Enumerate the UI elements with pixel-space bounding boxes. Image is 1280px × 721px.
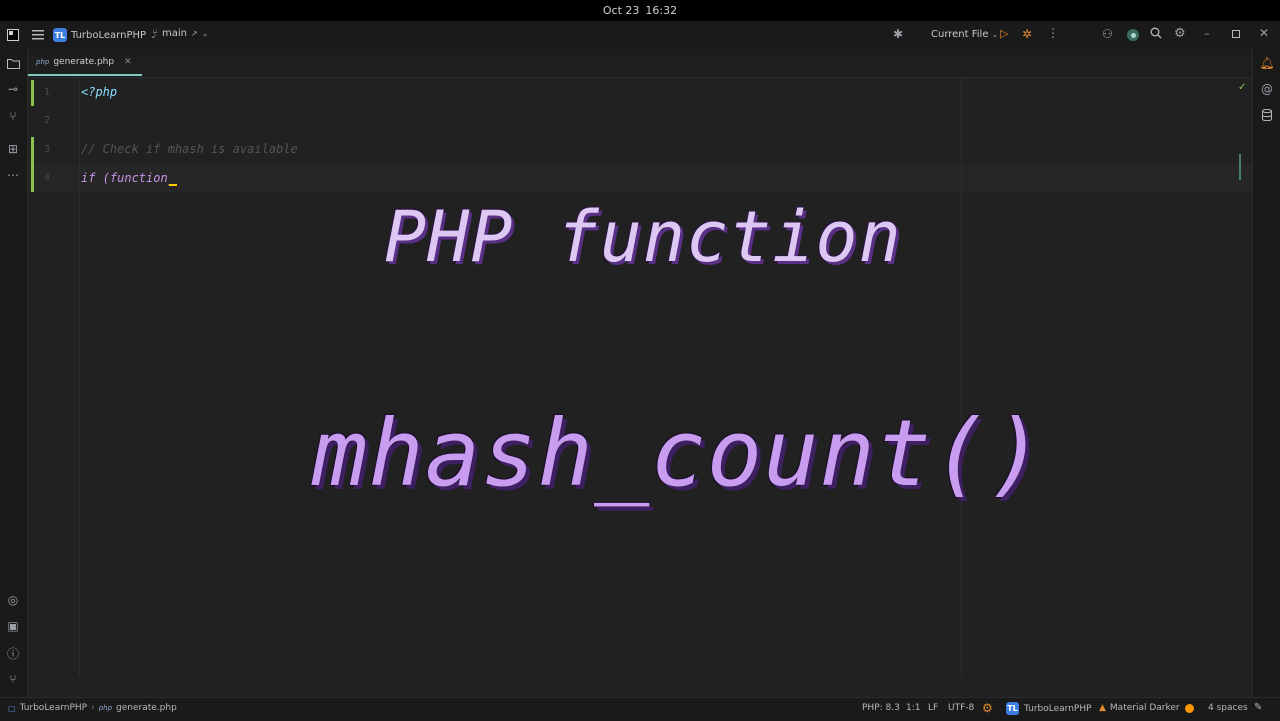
notifications-bell-icon[interactable]: 🔔︎ xyxy=(1257,53,1277,73)
code-editor[interactable]: 1 2 3 4 <?php // Check if mhash is avail… xyxy=(28,78,1252,676)
system-time: 16:32 xyxy=(645,4,678,17)
caret-position[interactable]: 1:1 xyxy=(906,703,920,713)
php-version[interactable]: PHP: 8.3 xyxy=(862,703,900,713)
breadcrumb: ▢ TurboLearnPHP › php generate.php xyxy=(8,703,177,713)
database-icon[interactable] xyxy=(1257,105,1277,125)
code-line[interactable]: <?php xyxy=(81,85,117,99)
breadcrumb-module-icon: ▢ xyxy=(8,703,16,713)
project-selector[interactable]: TL TurboLearnPHP ⌄ xyxy=(53,28,157,42)
php-file-icon: php xyxy=(98,704,113,712)
settings-gear-icon[interactable]: ⚙ xyxy=(1174,26,1186,41)
line-number: 3 xyxy=(43,144,50,155)
run-icon[interactable]: ▷ xyxy=(1000,27,1008,40)
code-line[interactable]: if (function_ xyxy=(81,171,175,185)
run-config-selector[interactable]: Current File ⌄ xyxy=(931,29,998,40)
push-arrow-icon: ↗ xyxy=(191,29,198,38)
project-name: TurboLearnPHP xyxy=(71,29,147,41)
app-logo-icon xyxy=(6,28,20,42)
structure-icon[interactable]: ⊞ xyxy=(3,139,23,159)
minimize-icon[interactable]: – xyxy=(1204,27,1210,40)
tab-close-icon[interactable]: ✕ xyxy=(124,57,132,67)
change-marker xyxy=(31,137,34,192)
tab-label: generate.php xyxy=(53,56,115,67)
debug-bug-icon[interactable]: ✱ xyxy=(893,27,903,41)
overlay-function-name: mhash_count() xyxy=(312,400,1046,507)
line-number: 2 xyxy=(43,115,50,126)
breadcrumb-separator-icon: › xyxy=(91,703,95,713)
breadcrumb-project[interactable]: TurboLearnPHP xyxy=(20,703,88,713)
change-marker xyxy=(31,80,34,106)
debug-icon[interactable]: ✲ xyxy=(1022,27,1032,41)
code-style-gear-icon[interactable]: ⚙ xyxy=(982,701,993,715)
more-tools-icon[interactable]: ⋯ xyxy=(3,165,23,185)
branch-selector[interactable]: ⑂ main ↗ ⌄ xyxy=(152,28,208,39)
ide-toolbar: TL TurboLearnPHP ⌄ ⑂ main ↗ ⌄ ✱ Current … xyxy=(0,21,1280,49)
pull-requests-icon[interactable]: ⑂ xyxy=(3,106,23,126)
branch-name: main xyxy=(162,28,187,39)
line-number: 1 xyxy=(43,87,50,98)
commit-icon[interactable]: ⊸ xyxy=(3,79,23,99)
main-menu-icon[interactable] xyxy=(31,28,45,42)
text-cursor xyxy=(169,184,177,186)
read-only-toggle-icon[interactable]: ✎ xyxy=(1254,702,1262,713)
project-folder-icon[interactable] xyxy=(3,53,23,73)
project-name: TurboLearnPHP xyxy=(1024,703,1092,714)
file-encoding[interactable]: UTF-8 xyxy=(948,703,974,713)
maximize-icon[interactable] xyxy=(1232,30,1240,38)
inspection-ok-icon[interactable]: ✓ xyxy=(1238,82,1246,93)
theme-name: Material Darker xyxy=(1109,703,1180,713)
editor-tab-bar: php generate.php ✕ xyxy=(28,49,1252,78)
status-indicator-dot[interactable] xyxy=(1185,704,1194,713)
git-branch-icon: ⑂ xyxy=(152,28,158,39)
services-icon[interactable]: ◎ xyxy=(3,590,23,610)
git-icon[interactable]: ⑂ xyxy=(3,669,23,689)
problems-icon[interactable]: ⓘ xyxy=(3,643,23,663)
more-actions-icon[interactable]: ⋮ xyxy=(1047,26,1059,40)
php-file-icon: php xyxy=(36,57,50,66)
gutter-divider xyxy=(79,78,80,676)
system-date: Oct 23 xyxy=(602,4,640,17)
overlay-title: PHP function xyxy=(384,196,902,278)
indent-setting[interactable]: 4 spaces xyxy=(1208,703,1248,713)
project-badge: TL xyxy=(53,28,67,42)
current-line-highlight xyxy=(28,164,1252,192)
material-theme-icon: ▲ xyxy=(1099,703,1106,713)
tab-generate-php[interactable]: php generate.php ✕ xyxy=(28,49,142,76)
breadcrumb-file[interactable]: generate.php xyxy=(116,703,177,713)
left-tool-strip: ⊸ ⑂ ⊞ ⋯ ◎ ▣ ⓘ ⑂ xyxy=(0,49,28,697)
line-ending[interactable]: LF xyxy=(928,703,938,713)
theme-widget[interactable]: ▲ Material Darker xyxy=(1099,703,1180,713)
terminal-icon[interactable]: ▣ xyxy=(3,616,23,636)
project-badge: TL xyxy=(1006,702,1019,715)
right-margin-guide xyxy=(961,78,962,676)
add-user-icon[interactable]: ⚇ xyxy=(1102,27,1113,41)
project-widget[interactable]: TL TurboLearnPHP xyxy=(1006,702,1092,715)
code-line[interactable]: // Check if mhash is available xyxy=(81,142,298,156)
ai-assistant-icon[interactable] xyxy=(1127,29,1139,41)
system-bar: Oct 23 16:32 xyxy=(0,0,1280,21)
run-config-label: Current File xyxy=(931,29,989,40)
line-number: 4 xyxy=(43,172,50,183)
search-icon[interactable] xyxy=(1150,27,1162,39)
chevron-down-icon: ⌄ xyxy=(991,30,999,39)
close-window-icon[interactable]: ✕ xyxy=(1259,26,1269,40)
ai-chat-icon[interactable]: @ xyxy=(1257,79,1277,99)
status-bar: ▢ TurboLearnPHP › php generate.php PHP: … xyxy=(0,697,1280,721)
right-tool-strip: 🔔︎ @ xyxy=(1252,49,1280,697)
scrollbar-marker[interactable] xyxy=(1239,154,1241,180)
chevron-down-icon: ⌄ xyxy=(201,29,209,38)
